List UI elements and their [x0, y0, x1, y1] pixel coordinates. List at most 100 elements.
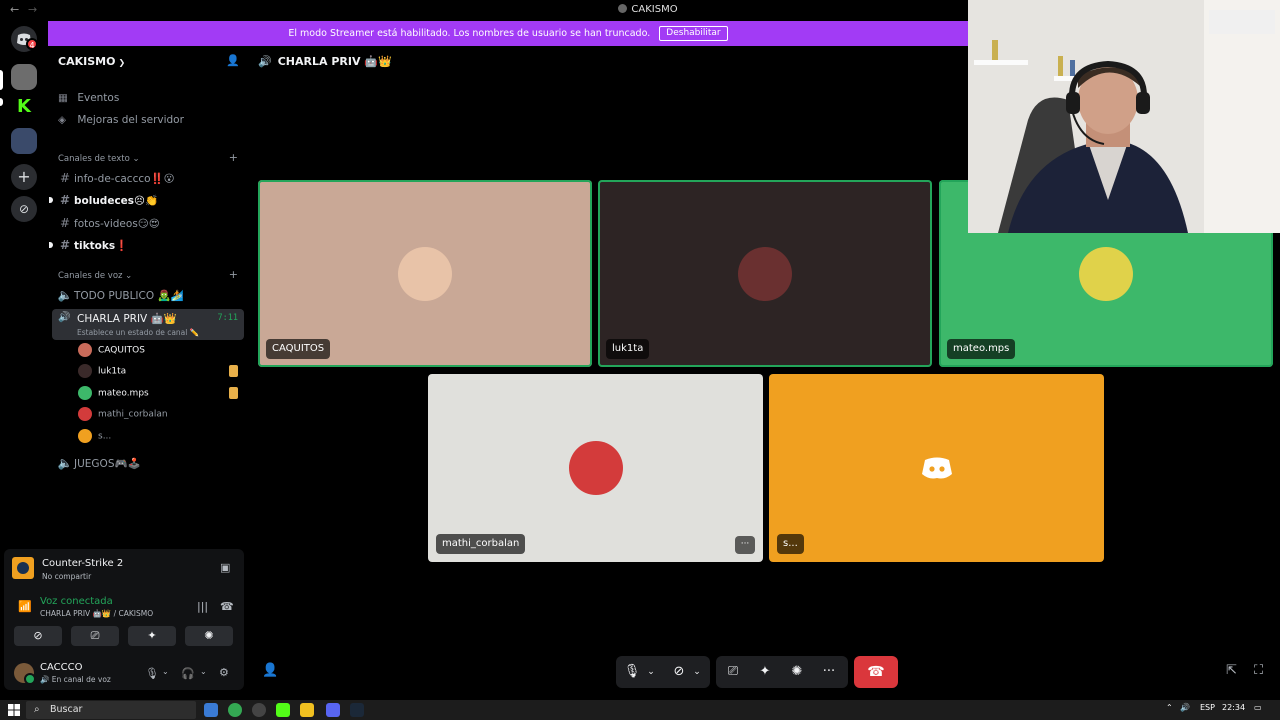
screen-share-icon[interactable]: ⎚: [722, 656, 744, 688]
voice-user[interactable]: CAQUITOS: [78, 343, 238, 357]
chevron-down-icon[interactable]: ⌄: [644, 656, 658, 688]
notification-badge: 4: [26, 38, 38, 50]
discord-taskbar-icon[interactable]: [326, 703, 340, 717]
server-folder-icon[interactable]: [11, 128, 37, 154]
text-channels-category[interactable]: Canales de texto ⌄: [58, 154, 140, 164]
headphones-icon[interactable]: 🎧: [181, 667, 195, 680]
hash-icon: #: [59, 216, 71, 230]
chrome-icon[interactable]: [228, 703, 242, 717]
channel-sidebar: CAKISMO ❯ 👤 ▦ Eventos ◈ Mejoras del servi…: [48, 46, 248, 546]
voice-channel-todo-publico[interactable]: 🔈 TODO PUBLICO 🧟‍♂️🏄: [56, 288, 241, 302]
username[interactable]: CACCCO: [40, 662, 82, 673]
avatar[interactable]: [14, 663, 36, 685]
voice-channel-charla-priv[interactable]: 🔊 CHARLA PRIV 🤖👑 7:11 Establece un estad…: [52, 309, 244, 340]
speaker-icon: 🔈: [57, 456, 73, 470]
more-options-icon[interactable]: ···: [818, 656, 840, 688]
speaker-icon: 🔊: [258, 55, 272, 68]
taskbar: ⌕ Buscar ⌃ 🔊 ESP 22:34 ▭: [0, 700, 1280, 720]
activities-icon[interactable]: ✦: [754, 656, 776, 688]
volume-icon[interactable]: 🔊: [1180, 703, 1190, 712]
create-text-channel-icon[interactable]: +: [229, 151, 238, 164]
participant-tile[interactable]: luk1ta: [598, 180, 932, 367]
microphone-icon[interactable]: 🎙: [622, 656, 642, 688]
voice-user[interactable]: mateo.mps: [78, 386, 238, 400]
channel-boludeces[interactable]: # boludeces😣👏: [56, 193, 241, 207]
search-icon: ⌕: [34, 704, 40, 715]
explore-compass-icon[interactable]: ⊘: [11, 196, 37, 222]
noise-suppression-icon[interactable]: |||: [197, 600, 208, 613]
invite-people-icon[interactable]: 👤: [226, 54, 240, 67]
microphone-icon[interactable]: 🎙: [145, 667, 159, 680]
camera-off-button[interactable]: ⊘: [14, 626, 62, 646]
channel-tiktoks[interactable]: # tiktoks❗: [56, 238, 241, 252]
hash-icon: #: [59, 193, 71, 207]
webcam-feed: [968, 0, 1280, 233]
language-indicator[interactable]: ESP: [1200, 703, 1215, 712]
chevron-down-icon[interactable]: ⌄: [162, 667, 169, 676]
avatar: [78, 364, 92, 378]
soundboard-icon[interactable]: ✺: [786, 656, 808, 688]
soundboard-icon: ✺: [204, 629, 214, 642]
participant-name: CAQUITOS: [266, 339, 331, 359]
task-view-icon[interactable]: [204, 703, 218, 717]
stream-game-icon[interactable]: ▣: [220, 561, 230, 574]
windows-start-icon[interactable]: [8, 704, 20, 716]
voice-channels-category[interactable]: Canales de voz ⌄: [58, 271, 132, 281]
popout-icon[interactable]: ⇱: [1226, 663, 1237, 678]
voice-channel-juegos[interactable]: 🔈 JUEGOS🎮🕹️: [56, 456, 241, 470]
fullscreen-icon[interactable]: ⛶: [1254, 663, 1263, 678]
call-header: 🔊 CHARLA PRIV 🤖👑: [258, 55, 392, 68]
chevron-down-icon[interactable]: ⌄: [200, 667, 207, 676]
chevron-down-icon[interactable]: ⌄: [690, 656, 704, 688]
channel-fotos-videos[interactable]: # fotos-videos😏😍: [56, 216, 241, 230]
create-voice-channel-icon[interactable]: +: [229, 268, 238, 281]
participant-tile[interactable]: mathi_corbalan ···: [428, 374, 763, 562]
streaming-icon: [229, 365, 238, 377]
app-icon[interactable]: [300, 703, 314, 717]
server-boost-row[interactable]: ◈ Mejoras del servidor: [58, 114, 184, 126]
notifications-icon[interactable]: ▭: [1254, 703, 1262, 712]
avatar: [78, 343, 92, 357]
boost-icon: ◈: [58, 114, 67, 126]
speaker-icon: 🔈: [57, 288, 73, 302]
server-cakismo-icon[interactable]: [11, 64, 37, 90]
camera-off-icon[interactable]: ⊘: [668, 656, 690, 688]
channel-info-de-caccco[interactable]: # info-de-caccco‼️😮: [56, 171, 241, 185]
banner-text: El modo Streamer está habilitado. Los no…: [288, 28, 651, 39]
steam-icon[interactable]: [350, 703, 364, 717]
voice-user[interactable]: luk1ta: [78, 364, 238, 378]
share-screen-button[interactable]: ⎚: [71, 626, 119, 646]
leave-call-button[interactable]: ☎: [854, 656, 898, 688]
tray-chevron-icon[interactable]: ⌃: [1166, 703, 1173, 712]
kick-server-icon[interactable]: K: [11, 94, 37, 120]
disconnect-icon[interactable]: ☎: [220, 600, 234, 613]
avatar: [398, 246, 452, 301]
voice-user[interactable]: s...: [78, 429, 238, 443]
disable-streamer-button[interactable]: Deshabilitar: [659, 26, 728, 41]
invite-to-call-icon[interactable]: 👤: [262, 663, 278, 678]
more-options-button[interactable]: ···: [735, 536, 755, 554]
settings-gear-icon[interactable]: ⚙: [219, 666, 229, 679]
activities-button[interactable]: ✦: [128, 626, 176, 646]
participant-tile[interactable]: CAQUITOS: [258, 180, 592, 367]
voice-connected-label[interactable]: Voz conectada: [40, 596, 113, 607]
discord-logo-icon: [921, 457, 952, 479]
streamer-mode-banner: El modo Streamer está habilitado. Los no…: [48, 21, 968, 46]
hash-icon: #: [59, 238, 71, 252]
kick-icon[interactable]: [276, 703, 290, 717]
streaming-icon: [229, 387, 238, 399]
voice-user[interactable]: mathi_corbalan: [78, 407, 238, 421]
voice-channel-path[interactable]: CHARLA PRIV 🤖👑 / CAKISMO: [40, 609, 153, 618]
clock[interactable]: 22:34: [1222, 703, 1245, 712]
taskbar-search[interactable]: ⌕ Buscar: [26, 701, 196, 719]
calendar-icon: ▦: [58, 92, 68, 104]
channel-status[interactable]: Establece un estado de canal ✏️: [77, 328, 199, 337]
soundboard-button[interactable]: ✺: [185, 626, 233, 646]
add-server-icon[interactable]: +: [11, 164, 37, 190]
participant-tile[interactable]: s...: [769, 374, 1104, 562]
app-icon[interactable]: [252, 703, 266, 717]
server-name-header[interactable]: CAKISMO ❯: [58, 55, 125, 68]
user-status: 🔊 En canal de voz: [40, 675, 111, 684]
events-row[interactable]: ▦ Eventos: [58, 92, 119, 104]
avatar: [78, 407, 92, 421]
